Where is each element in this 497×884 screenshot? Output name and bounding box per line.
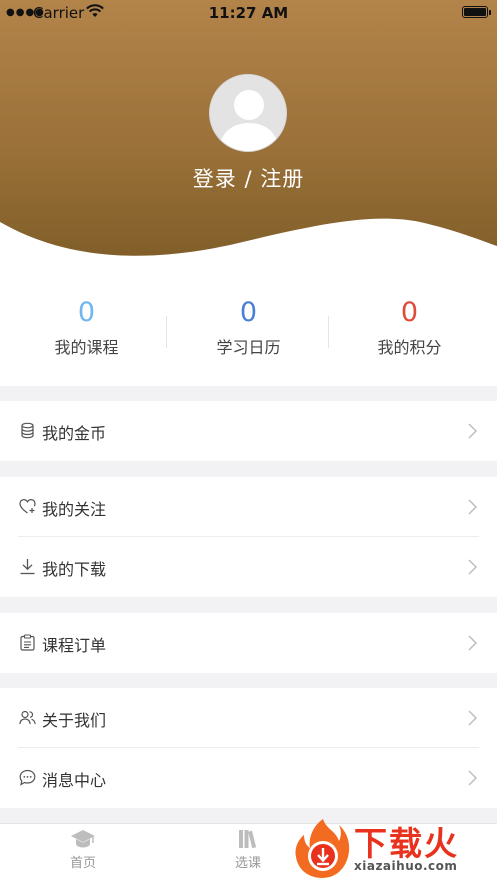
menu-group-coins: 我的金币 [0, 401, 497, 461]
tab-select-course[interactable]: 选课 [198, 828, 298, 871]
menu-item-message-center[interactable]: 消息中心 [0, 748, 497, 808]
battery-icon [462, 6, 488, 18]
tab-home[interactable]: 首页 [33, 828, 133, 871]
books-icon [239, 830, 257, 849]
menu-item-label: 我的下载 [42, 560, 107, 579]
coins-icon [21, 422, 34, 439]
menu-group-orders: 课程订单 [0, 613, 497, 673]
chat-icon [19, 769, 36, 786]
stat-my-points[interactable]: 0 我的积分 [327, 296, 492, 358]
menu-item-label: 我的关注 [42, 500, 107, 519]
stat-label: 学习日历 [216, 338, 281, 357]
menu-item-label: 关于我们 [42, 711, 107, 730]
status-bar: ●●●● Carrier 11:27 AM [0, 0, 497, 26]
stat-my-courses[interactable]: 0 我的课程 [4, 296, 169, 358]
menu-item-about-us[interactable]: 关于我们 [0, 688, 497, 748]
chevron-right-icon [468, 499, 477, 515]
flame-logo-icon [295, 819, 350, 878]
login-register-link[interactable]: 登录 / 注册 [0, 163, 497, 193]
menu-item-follow[interactable]: 我的关注 [0, 477, 497, 537]
chevron-right-icon [468, 770, 477, 786]
clock: 11:27 AM [208, 4, 289, 22]
stats-panel: 0 我的课程 0 学习日历 0 我的积分 [0, 270, 497, 386]
watermark-logo: 下载火 xiazaihuo.com [292, 815, 497, 883]
stat-label: 我的课程 [54, 338, 119, 357]
chevron-right-icon [468, 423, 477, 439]
tab-label: 选课 [234, 856, 261, 871]
menu-item-coins[interactable]: 我的金币 [0, 401, 497, 461]
menu-item-label: 课程订单 [42, 636, 107, 655]
avatar[interactable] [209, 74, 287, 152]
tab-label: 首页 [69, 856, 96, 871]
chevron-right-icon [468, 710, 477, 726]
chevron-right-icon [468, 559, 477, 575]
stat-label: 我的积分 [377, 338, 442, 357]
people-icon [19, 710, 36, 725]
user-silhouette-icon [218, 90, 280, 151]
watermark-url: xiazaihuo.com [354, 859, 458, 873]
clipboard-icon [20, 634, 35, 651]
menu-group-follow-downloads: 我的关注 我的下载 [0, 477, 497, 597]
menu-item-label: 消息中心 [42, 771, 107, 790]
menu-item-course-orders[interactable]: 课程订单 [0, 613, 497, 673]
menu-group-about-messages: 关于我们 消息中心 [0, 688, 497, 808]
watermark-text: 下载火 [354, 824, 459, 863]
menu-item-label: 我的金币 [42, 424, 107, 443]
menu-item-downloads[interactable]: 我的下载 [0, 537, 497, 597]
heart-plus-icon [19, 498, 36, 514]
graduation-cap-icon [71, 830, 95, 848]
stat-value: 0 [400, 297, 419, 328]
stat-study-calendar[interactable]: 0 学习日历 [166, 296, 331, 358]
download-icon [20, 559, 35, 575]
stat-value: 0 [77, 297, 96, 328]
header-wave [0, 218, 497, 270]
chevron-right-icon [468, 635, 477, 651]
stat-value: 0 [239, 297, 258, 328]
